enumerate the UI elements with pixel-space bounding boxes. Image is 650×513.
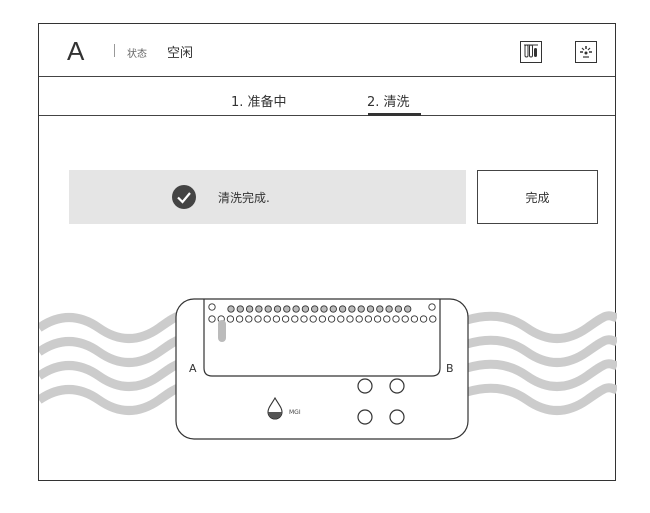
inlet-hole <box>292 305 300 313</box>
inlet-hole <box>338 305 347 313</box>
inlet-hole <box>226 315 235 323</box>
inlet-hole <box>385 305 393 313</box>
inlet-hole <box>208 303 216 311</box>
inlet-hole <box>236 305 244 313</box>
inlet-hole <box>311 305 319 313</box>
tab-preparing[interactable]: 1. 准备中 <box>231 91 287 110</box>
status-label: 状态 <box>127 49 147 60</box>
inlet-hole <box>366 305 375 313</box>
inlet-hole <box>283 305 291 313</box>
inlet-hole <box>281 315 290 323</box>
side-a-label: A <box>189 362 197 375</box>
waves-right <box>465 311 619 415</box>
inlet-hole <box>263 315 271 323</box>
tab-washing[interactable]: 2. 清洗 <box>367 91 410 110</box>
inlet-hole <box>376 305 384 313</box>
header-divider <box>114 44 115 57</box>
inlet-hole <box>337 315 345 323</box>
inlet-hole <box>410 315 419 323</box>
banner-message: 清洗完成. <box>218 191 270 205</box>
status-value: 空闲 <box>167 46 194 61</box>
inlet-hole <box>255 305 263 313</box>
inlet-hole <box>245 315 253 323</box>
light-sparkle-icon <box>580 46 592 58</box>
brand-label: MGI <box>289 409 301 416</box>
inlet-hole <box>329 305 337 313</box>
light-button[interactable] <box>575 41 597 63</box>
inlet-hole <box>364 315 373 323</box>
check-circle-icon <box>172 185 196 209</box>
inlet-hole <box>291 315 299 323</box>
inlet-hole <box>273 305 282 313</box>
inlet-hole <box>272 315 281 323</box>
inlet-hole <box>373 315 382 323</box>
inlet-hole <box>309 315 317 323</box>
inlet-hole <box>300 315 308 323</box>
main-window: A 状态 空闲 1. 准备中 2. 清洗 清洗完成. 完成 MGI A B <box>36 23 619 481</box>
flowcell-illustration: MGI A B <box>36 286 619 446</box>
inlet-hole <box>208 315 216 323</box>
thermometer-tubes-icon <box>524 44 538 58</box>
inlet-hole <box>245 305 254 313</box>
inlet-hole <box>254 315 262 323</box>
sample-slot <box>218 320 226 342</box>
inlet-hole <box>394 305 403 313</box>
done-button-label: 完成 <box>525 190 550 205</box>
done-button[interactable]: 完成 <box>477 170 598 224</box>
inlet-hole <box>401 315 409 323</box>
inlet-hole <box>301 305 310 313</box>
inlet-hole <box>264 305 272 313</box>
status-banner: 清洗完成. <box>69 170 466 224</box>
inlet-hole <box>235 315 244 323</box>
inlet-hole <box>348 305 356 313</box>
inlet-hole <box>227 305 235 313</box>
inlet-hole <box>404 305 412 313</box>
side-indicator: A <box>67 36 85 66</box>
temperature-button[interactable] <box>520 41 542 63</box>
waves-left <box>36 311 191 415</box>
inlet-hole <box>428 303 436 311</box>
header-bar: A 状态 空闲 <box>39 24 615 76</box>
side-b-label: B <box>446 362 454 375</box>
inlet-hole <box>357 305 365 313</box>
inlet-hole <box>392 315 400 323</box>
inlet-hole <box>318 315 327 323</box>
active-tab-indicator <box>368 113 421 116</box>
inlet-hole <box>419 315 428 323</box>
inlet-hole <box>429 315 437 323</box>
inlet-hole <box>355 315 363 323</box>
inlet-hole <box>320 305 328 313</box>
step-tabs: 1. 准备中 2. 清洗 <box>39 76 615 116</box>
inlet-hole <box>346 315 354 323</box>
inlet-hole <box>327 315 336 323</box>
wave-background: MGI A B <box>36 298 619 440</box>
inlet-hole <box>383 315 391 323</box>
